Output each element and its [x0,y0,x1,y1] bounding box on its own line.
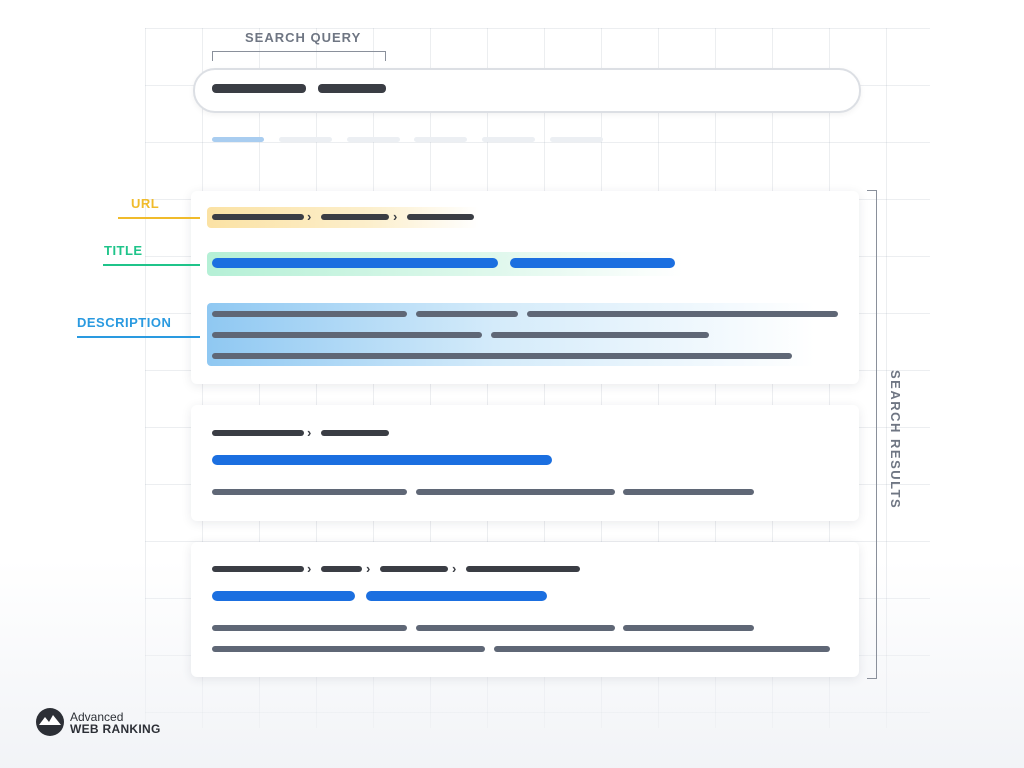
breadcrumb-chevron-icon: › [307,561,312,576]
description-line [212,353,792,359]
title-leader-line [103,264,200,266]
search-query-label: SEARCH QUERY [245,30,362,45]
search-results-bracket [867,190,877,679]
breadcrumb-chevron-icon: › [366,561,371,576]
description-line [494,646,830,652]
url-segment [321,430,389,436]
url-segment [466,566,580,572]
description-annotation-label: DESCRIPTION [77,315,172,330]
title-annotation-label: TITLE [104,243,143,258]
description-line [623,625,754,631]
description-line [527,311,838,317]
description-line [416,625,615,631]
breadcrumb-chevron-icon: › [393,209,398,224]
url-segment [380,566,448,572]
breadcrumb-chevron-icon: › [307,425,312,440]
search-results-label: SEARCH RESULTS [888,370,903,510]
query-word-1 [212,84,306,93]
tab-6[interactable] [550,137,603,142]
url-segment [321,214,389,220]
url-segment [212,430,304,436]
tab-4[interactable] [414,137,467,142]
result-card-3 [191,542,859,677]
result-title-link[interactable] [366,591,547,601]
description-line [491,332,709,338]
result-title-link[interactable] [212,258,498,268]
result-title-link[interactable] [212,591,355,601]
description-line [623,489,754,495]
description-line [212,489,407,495]
result-title-link[interactable] [212,455,552,465]
url-segment [212,214,304,220]
url-leader-line [118,217,200,219]
url-segment [212,566,304,572]
tab-3[interactable] [347,137,400,142]
tab-5[interactable] [482,137,535,142]
breadcrumb-chevron-icon: › [307,209,312,224]
breadcrumb-chevron-icon: › [452,561,457,576]
url-annotation-label: URL [131,196,160,211]
description-line [212,311,407,317]
tab-2[interactable] [279,137,332,142]
description-line [212,332,482,338]
description-line [416,489,615,495]
description-line [212,646,485,652]
awr-globe-logo-icon [36,708,64,736]
tab-active[interactable] [212,137,264,142]
description-line [416,311,518,317]
description-line [212,625,407,631]
description-leader-line [77,336,200,338]
url-segment [321,566,362,572]
search-query-bracket [212,51,386,61]
result-title-link[interactable] [510,258,675,268]
brand-name-line2: WEB RANKING [70,722,161,736]
url-segment [407,214,474,220]
query-word-2 [318,84,386,93]
